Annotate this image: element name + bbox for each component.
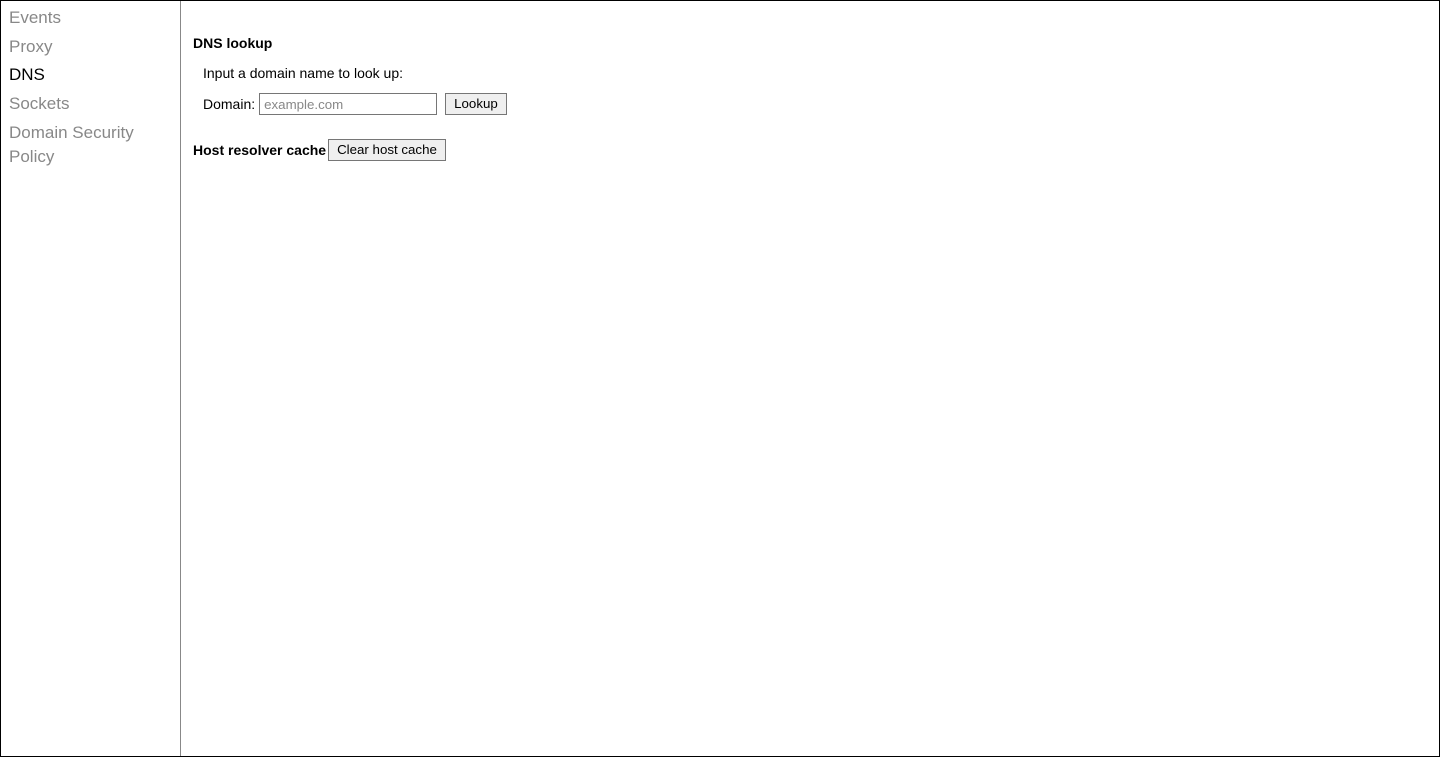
dns-lookup-instruction: Input a domain name to look up: (203, 65, 1427, 81)
lookup-button[interactable]: Lookup (445, 93, 507, 115)
dns-lookup-form-row: Domain: Lookup (203, 93, 1427, 115)
sidebar-item-sockets[interactable]: Sockets (5, 90, 176, 119)
sidebar: Events Proxy DNS Sockets Domain Security… (1, 1, 181, 756)
dns-lookup-block: Input a domain name to look up: Domain: … (203, 65, 1427, 115)
sidebar-item-dns[interactable]: DNS (5, 61, 176, 90)
domain-label: Domain: (203, 96, 255, 112)
sidebar-item-events[interactable]: Events (5, 4, 176, 33)
domain-input[interactable] (259, 93, 437, 115)
sidebar-item-domain-security-policy[interactable]: Domain Security Policy (5, 119, 176, 172)
clear-host-cache-button[interactable]: Clear host cache (328, 139, 446, 161)
host-resolver-cache-heading: Host resolver cache (193, 142, 326, 158)
main-content: DNS lookup Input a domain name to look u… (181, 1, 1439, 756)
host-resolver-cache-row: Host resolver cache Clear host cache (193, 139, 1427, 161)
dns-lookup-heading: DNS lookup (193, 35, 1427, 51)
sidebar-item-proxy[interactable]: Proxy (5, 33, 176, 62)
